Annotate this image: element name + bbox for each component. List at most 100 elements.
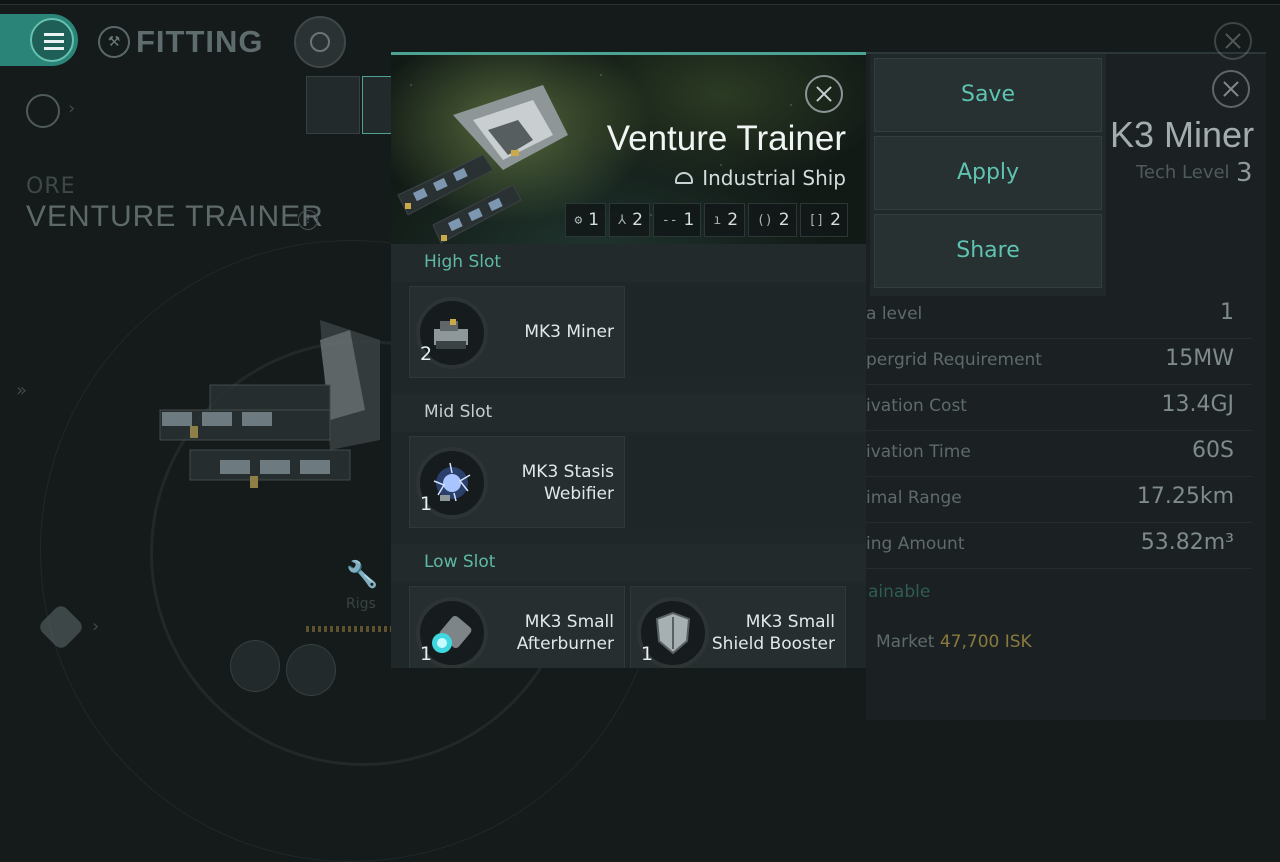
module-title: K3 Miner	[1110, 114, 1255, 155]
module-quantity: 1	[420, 493, 433, 515]
dash-slot-icon: --	[661, 212, 678, 228]
ship-thumbnail[interactable]	[306, 76, 360, 134]
capacitor-bar	[306, 626, 396, 632]
slot-count-value: 2	[830, 210, 841, 230]
target-icon[interactable]	[294, 16, 346, 68]
chevron-right-icon: ›	[92, 616, 100, 637]
module-quantity: 2	[420, 343, 433, 365]
close-fitting-icon[interactable]	[1214, 22, 1252, 60]
slot-count-value: 1	[588, 210, 600, 230]
top-bar	[0, 0, 1280, 5]
module-name: MK3 Stasis Webifier	[521, 462, 614, 504]
module-mk3-miner[interactable]: 2 MK3 Miner	[409, 286, 625, 378]
tech-level-value: 3	[1236, 158, 1253, 188]
fitting-action-menu: Save Apply Share	[870, 54, 1106, 296]
market-label: Market	[876, 632, 935, 652]
module-quantity: 1	[641, 643, 654, 665]
close-info-icon[interactable]	[1212, 70, 1250, 108]
market-price-value: 47,700 ISK	[939, 632, 1032, 652]
fitting-settings-gear-icon[interactable]	[26, 94, 60, 128]
rigs-label: Rigs	[346, 596, 376, 612]
page-title: FITTING	[136, 24, 264, 59]
high-slot-row: 2 MK3 Miner	[391, 282, 866, 394]
low-slot-count: ı2	[704, 203, 746, 237]
stat-value: 53.82m³	[1140, 530, 1234, 555]
drone-bay-count: ⚙ 1	[565, 203, 607, 237]
ship-class-label: Industrial Ship	[702, 166, 846, 190]
bracket-slot-icon: []	[808, 212, 825, 228]
obtainable-label: ainable	[868, 582, 931, 602]
stat-row: pergrid Requirement 15MW	[866, 340, 1252, 385]
tech-level-label: Tech Level	[1136, 162, 1230, 183]
module-mk3-small-shield-booster[interactable]: 1 MK3 Small Shield Booster	[630, 586, 846, 668]
module-mk3-small-afterburner[interactable]: 1 MK3 Small Afterburner	[409, 586, 625, 668]
hamburger-icon	[30, 18, 74, 62]
ship-render-image	[397, 85, 568, 244]
stat-row: ing Amount 53.82m³	[866, 524, 1252, 569]
stat-value: 60S	[1192, 438, 1234, 463]
afterburner-module-slot-icon[interactable]	[286, 644, 336, 696]
rig-slot-count: () 2	[748, 203, 797, 237]
ship-faction-label: ORE	[26, 174, 76, 199]
close-card-icon[interactable]	[805, 75, 843, 113]
apply-button[interactable]: Apply	[874, 136, 1102, 210]
fitting-card: Venture Trainer Industrial Ship ⚙ 1 ⅄ 2 --…	[391, 52, 866, 668]
module-name: MK3 Small Shield Booster	[711, 612, 835, 654]
stat-row: imal Range 17.25km	[866, 478, 1252, 523]
ship-title: Venture Trainer	[606, 119, 846, 158]
share-button[interactable]: Share	[874, 214, 1102, 288]
wrench-icon[interactable]: 🔧	[346, 560, 378, 590]
industrial-ship-icon	[675, 172, 694, 184]
combat-rig-slot-count: [] 2	[799, 203, 848, 237]
shield-module-slot-icon[interactable]	[230, 640, 280, 692]
expand-left-chevron-icon[interactable]: »	[16, 380, 27, 401]
drone-bay-icon: ⚙	[574, 212, 583, 228]
stat-row: ivation Cost 13.4GJ	[866, 386, 1252, 431]
info-icon[interactable]: !	[298, 210, 318, 230]
stat-row: a level 1	[866, 294, 1252, 339]
stat-value: 17.25km	[1136, 484, 1234, 509]
slot-count-bar: ⚙ 1 ⅄ 2 -- 1 ı2 () 2 [] 2	[565, 203, 848, 237]
high-slot-label: High Slot	[424, 252, 502, 272]
stat-label: ing Amount	[866, 534, 965, 554]
fitting-icon: ⚒	[98, 26, 130, 58]
market-price[interactable]: Market 47,700 ISK	[876, 632, 1032, 652]
empty-slot[interactable]	[629, 286, 865, 378]
module-mk3-stasis-webifier[interactable]: 1 MK3 Stasis Webifier	[409, 436, 625, 528]
high-slot-count: ⅄ 2	[609, 203, 650, 237]
main-menu-button[interactable]	[0, 14, 78, 66]
low-slot-row: 1 MK3 Small Afterburner 1 MK3 Small Shield…	[391, 582, 866, 668]
low-slot-label: Low Slot	[424, 552, 496, 572]
empty-slot[interactable]	[629, 436, 865, 528]
stat-label: pergrid Requirement	[866, 350, 1042, 370]
high-slot-header: High Slot	[391, 244, 866, 282]
save-button[interactable]: Save	[874, 58, 1102, 132]
low-slot-header: Low Slot	[391, 544, 866, 582]
mid-slot-header: Mid Slot	[391, 394, 866, 432]
module-name: MK3 Miner	[524, 322, 614, 342]
slot-count-value: 2	[727, 210, 739, 230]
chevron-right-icon: ›	[68, 98, 76, 119]
module-name: MK3 Small Afterburner	[516, 612, 614, 654]
ship-name-heading: VENTURE TRAINER	[26, 200, 324, 233]
stat-label: imal Range	[866, 488, 962, 508]
stat-label: a level	[866, 304, 923, 324]
mid-slot-row: 1 MK3 Stasis Webifier	[391, 432, 866, 544]
ship-class: Industrial Ship	[675, 166, 846, 190]
background-ship-model	[159, 320, 380, 488]
slot-count-value: 1	[683, 210, 695, 230]
bar-slot-icon: ı	[713, 212, 722, 228]
stat-row: ivation Time 60S	[866, 432, 1252, 477]
tri-blade-icon: ⅄	[618, 212, 627, 228]
mid-slot-count: -- 1	[652, 203, 702, 237]
stat-value: 13.4GJ	[1161, 392, 1234, 417]
paren-slot-icon: ()	[757, 212, 773, 228]
stat-value: 15MW	[1165, 346, 1234, 371]
mid-slot-label: Mid Slot	[424, 402, 493, 422]
stat-label: ivation Time	[866, 442, 971, 462]
slot-count-value: 2	[632, 210, 643, 230]
stat-label: ivation Cost	[866, 396, 967, 416]
slot-count-value: 2	[778, 210, 790, 230]
stat-value: 1	[1220, 300, 1234, 325]
module-quantity: 1	[420, 643, 433, 665]
